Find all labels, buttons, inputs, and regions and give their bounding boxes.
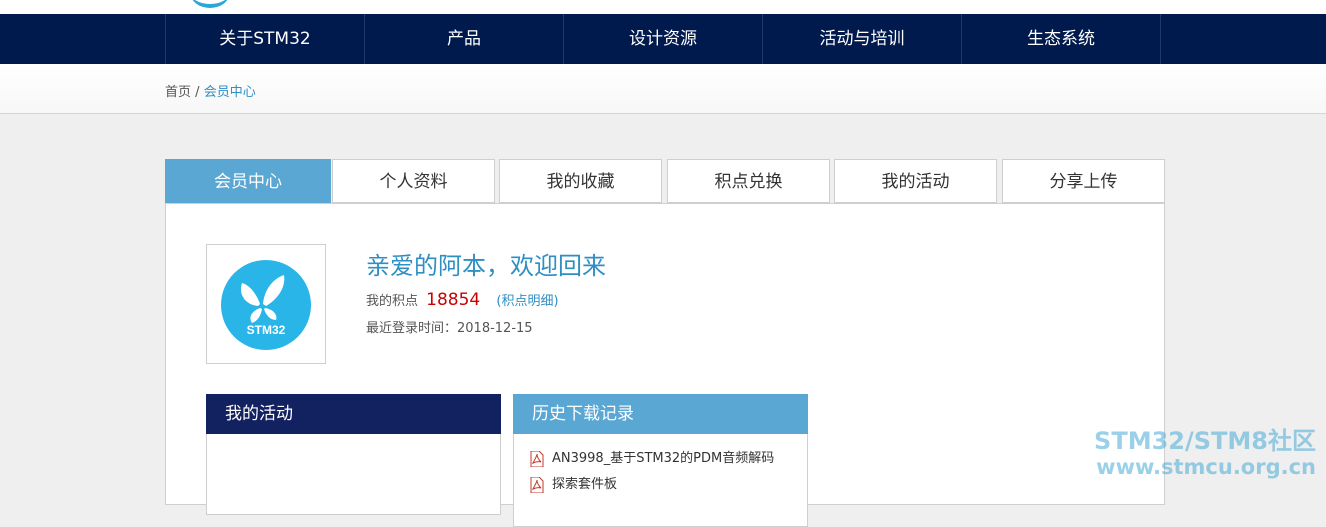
download-item-name: 探索套件板 — [552, 477, 618, 492]
welcome-message: 亲爱的阿本，欢迎回来 — [366, 252, 606, 280]
avatar-text: STM32 — [247, 323, 286, 337]
download-item[interactable]: 探索套件板 — [514, 472, 807, 498]
last-login-line: 最近登录时间：2018-12-15 — [366, 317, 533, 336]
download-history-title: 历史下载记录 — [513, 394, 808, 434]
download-item[interactable]: AN3998_基于STM32的PDM音频解码 — [514, 446, 807, 472]
nav-items: 关于STM32 产品 设计资源 活动与培训 生态系统 — [165, 14, 1161, 64]
points-label: 我的积点 — [366, 294, 419, 309]
avatar[interactable]: STM32 — [206, 244, 326, 364]
breadcrumb-current: 会员中心 — [203, 85, 256, 100]
stm32-butterfly-icon: STM32 — [221, 260, 311, 350]
download-history-body: AN3998_基于STM32的PDM音频解码 探索套件板 — [513, 434, 808, 527]
breadcrumb-bar: 首页 / 会员中心 — [0, 64, 1326, 114]
tab-share-upload[interactable]: 分享上传 — [1002, 159, 1165, 203]
watermark-line2: www.stmcu.org.cn — [1096, 455, 1316, 479]
tab-favorites[interactable]: 我的收藏 — [499, 159, 662, 203]
download-history-box: 历史下载记录 AN3998_基于STM32的PDM音频解码 探索套件板 — [513, 394, 808, 527]
tab-member-center[interactable]: 会员中心 — [165, 159, 331, 203]
nav-item-products[interactable]: 产品 — [365, 14, 564, 64]
download-item-name: AN3998_基于STM32的PDM音频解码 — [552, 451, 775, 466]
tab-points-exchange[interactable]: 积点兑换 — [667, 159, 830, 203]
pdf-icon — [530, 451, 544, 467]
my-activities-title: 我的活动 — [206, 394, 501, 434]
nav-item-events-training[interactable]: 活动与培训 — [763, 14, 962, 64]
header-strip — [0, 0, 1326, 14]
nav-item-design-resources[interactable]: 设计资源 — [564, 14, 763, 64]
nav-item-ecosystem[interactable]: 生态系统 — [962, 14, 1161, 64]
tab-my-activities[interactable]: 我的活动 — [834, 159, 997, 203]
breadcrumb-home-link[interactable]: 首页 — [165, 85, 191, 100]
breadcrumb-separator: / — [195, 85, 200, 100]
points-value: 18854 — [426, 290, 481, 310]
member-panel: STM32 亲爱的阿本，欢迎回来 我的积点 18854 (积点明细) 最近登录时… — [165, 203, 1165, 527]
my-activities-box: 我的活动 — [206, 394, 501, 515]
last-login-label: 最近登录时间： — [366, 321, 458, 336]
main-nav: 关于STM32 产品 设计资源 活动与培训 生态系统 — [0, 14, 1326, 64]
site-watermark: STM32/STM8社区 www.stmcu.org.cn — [1094, 428, 1316, 480]
breadcrumb: 首页 / 会员中心 — [165, 81, 256, 100]
tab-profile[interactable]: 个人资料 — [332, 159, 495, 203]
nav-item-about-stm32[interactable]: 关于STM32 — [166, 14, 365, 64]
watermark-line1: STM32/STM8社区 — [1094, 427, 1316, 455]
last-login-date: 2018-12-15 — [457, 321, 533, 336]
my-activities-body — [206, 434, 501, 515]
pdf-icon — [530, 477, 544, 493]
points-detail-link[interactable]: (积点明细) — [496, 294, 558, 309]
member-tabs: 会员中心 个人资料 我的收藏 积点兑换 我的活动 分享上传 — [165, 159, 1165, 203]
logo-fragment — [190, 0, 230, 8]
points-line: 我的积点 18854 (积点明细) — [366, 290, 559, 310]
